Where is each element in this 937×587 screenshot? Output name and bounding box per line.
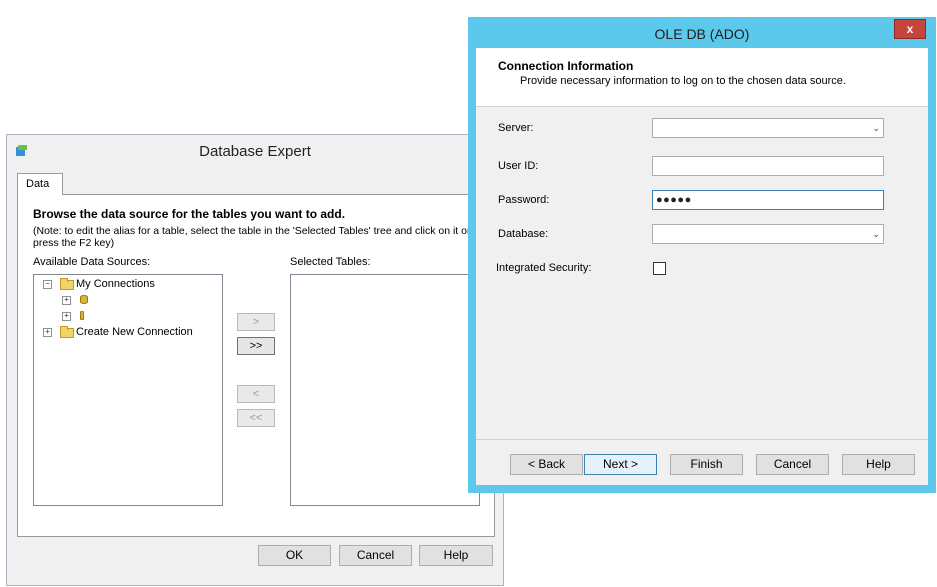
ole-db-title: OLE DB (ADO) [654,26,750,42]
tree-node-label: Create New Connection [76,326,193,338]
footer-divider [476,439,928,440]
tree-node-connection-1[interactable]: + [34,292,214,308]
remove-all-tables-button[interactable]: << [237,409,275,427]
tree-node-create-new-connection[interactable]: + Create New Connection [34,324,214,340]
chevron-down-icon[interactable]: ⌄ [872,225,880,243]
database-expert-title: Database Expert [199,143,311,160]
expand-icon[interactable]: + [43,328,52,337]
help-button[interactable]: Help [842,454,915,475]
selected-tables-label: Selected Tables: [290,256,371,268]
add-all-tables-button[interactable]: >> [237,337,275,355]
password-value: ●●●●● [656,194,692,206]
database-label: Database: [498,228,549,240]
expand-icon[interactable]: + [62,296,71,305]
integrated-security-label: Integrated Security: [496,262,592,274]
folder-icon [60,278,74,290]
connection-info-header: Connection Information Provide necessary… [476,48,928,107]
server-label: Server: [498,122,534,134]
alias-note: (Note: to edit the alias for a table, se… [33,225,471,249]
help-button[interactable]: Help [419,545,493,566]
tree-node-label: My Connections [76,278,155,290]
database-combobox[interactable]: ⌄ [652,224,884,244]
integrated-security-checkbox[interactable] [653,262,666,275]
folder-icon [60,326,74,338]
database-expert-window: Database Expert Data Browse the data sou… [6,134,504,586]
remove-table-button[interactable]: < [237,385,275,403]
browse-heading: Browse the data source for the tables yo… [33,207,346,221]
tree-node-connection-2[interactable]: + [34,308,214,324]
database-icon [80,295,88,304]
user-id-label: User ID: [498,160,539,172]
available-data-sources-tree[interactable]: − My Connections + + + Create New Connec… [33,274,223,506]
ok-button[interactable]: OK [258,545,331,566]
password-label: Password: [498,194,550,206]
connection-info-title: Connection Information [498,59,634,73]
server-combobox[interactable]: ⌄ [652,118,884,138]
selected-tables-list[interactable] [290,274,480,506]
back-button[interactable]: < Back [510,454,583,475]
tab-data[interactable]: Data [17,173,63,195]
tree-node-my-connections[interactable]: − My Connections [34,276,214,292]
database-icon [80,311,84,320]
user-id-field[interactable] [652,156,884,176]
ole-db-window: OLE DB (ADO) x Connection Information Pr… [468,17,936,493]
password-field[interactable]: ●●●●● [652,190,884,210]
next-button[interactable]: Next > [584,454,657,475]
ole-db-client-area: Connection Information Provide necessary… [476,48,928,485]
available-data-sources-label: Available Data Sources: [33,256,151,268]
collapse-icon[interactable]: − [43,280,52,289]
chevron-down-icon[interactable]: ⌄ [872,119,880,137]
add-table-button[interactable]: > [237,313,275,331]
connection-info-subtitle: Provide necessary information to log on … [520,75,846,87]
cancel-button[interactable]: Cancel [756,454,829,475]
expand-icon[interactable]: + [62,312,71,321]
close-icon[interactable]: x [894,19,926,39]
finish-button[interactable]: Finish [670,454,743,475]
cancel-button[interactable]: Cancel [339,545,412,566]
